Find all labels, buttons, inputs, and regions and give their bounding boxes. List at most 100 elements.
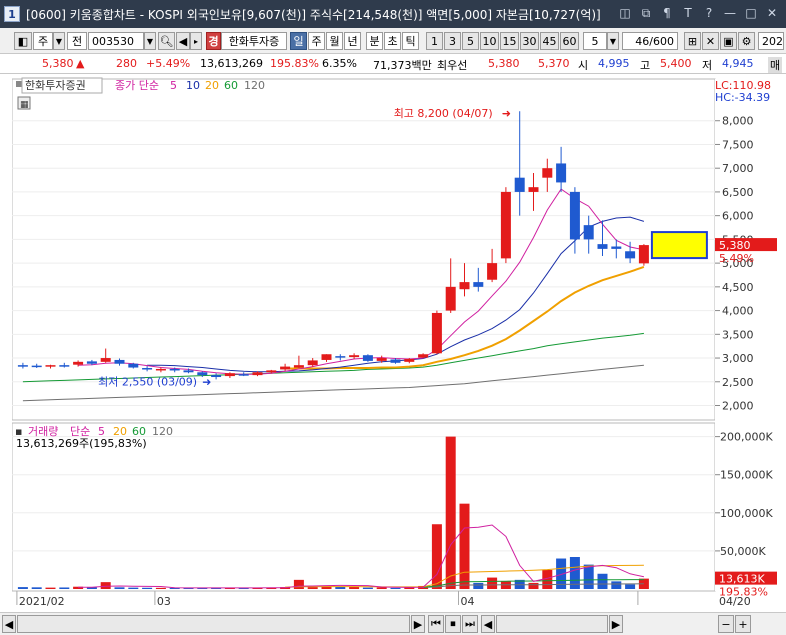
volume-bar — [376, 587, 387, 589]
prev-next-icon[interactable]: ▸ — [190, 32, 202, 50]
candle-body — [307, 360, 318, 366]
volume-bar — [583, 564, 594, 589]
first-page-icon[interactable]: ⏮ — [428, 615, 444, 633]
best-bid: 5,370 — [538, 57, 570, 70]
app-number-badge: 1 — [4, 6, 20, 22]
interval-3[interactable]: 3 — [444, 32, 461, 50]
ma-legend-label: 종가 단순 — [115, 79, 159, 92]
data-count-field[interactable]: 46/600 — [622, 32, 678, 50]
candle-body — [100, 358, 111, 362]
candle-body — [473, 282, 484, 287]
volume-tick-label: 200,000K — [720, 431, 773, 444]
period-week[interactable]: 주 — [308, 32, 325, 50]
candle-body — [183, 370, 194, 373]
candle-body — [597, 244, 608, 249]
price-highlight-box[interactable] — [650, 231, 708, 260]
broker-tag: 경 — [206, 32, 221, 50]
candle-body — [625, 251, 636, 259]
candle-body — [211, 375, 222, 378]
interval-dropdown-icon[interactable]: ▼ — [607, 32, 619, 50]
minimize-icon[interactable]: — — [722, 5, 738, 21]
candle-body — [114, 359, 125, 364]
scroll-left-icon[interactable]: ◀ — [2, 615, 16, 633]
last-page-icon[interactable]: ⏭ — [462, 615, 478, 633]
volume-bar — [349, 587, 360, 589]
period-tick[interactable]: 틱 — [402, 32, 419, 50]
layout-icon[interactable]: ◫ — [617, 5, 633, 21]
zoom-slider-track[interactable] — [496, 615, 608, 633]
mode-select-a[interactable]: 주 — [33, 32, 53, 50]
order-button[interactable]: 매 — [768, 57, 783, 73]
interval-10[interactable]: 10 — [480, 32, 499, 50]
interval-60[interactable]: 60 — [560, 32, 579, 50]
period-second[interactable]: 초 — [384, 32, 401, 50]
open-price: 4,995 — [598, 57, 630, 70]
interval-5[interactable]: 5 — [462, 32, 479, 50]
open-label: 시 — [578, 59, 589, 72]
pin-icon[interactable]: ¶ — [659, 5, 675, 21]
best-quote-label: 최우선 — [437, 59, 468, 72]
volume-bar — [335, 586, 346, 589]
speaker-icon[interactable]: ◀ — [176, 32, 190, 50]
chart-area[interactable]: 2,0002,5003,0003,5004,0004,5005,0005,500… — [11, 77, 780, 613]
close-icon[interactable]: ✕ — [764, 5, 780, 21]
grid-icon[interactable]: ⊞ — [684, 32, 701, 50]
interval-15[interactable]: 15 — [500, 32, 519, 50]
candle-body — [45, 365, 56, 367]
stop-icon[interactable]: ⏹ — [445, 615, 461, 633]
last-price-label: 5,380 — [719, 239, 751, 252]
window-titlebar: 1 [0600] 키움종합차트 - KOSPI 외국인보유[9,607(천)] … — [0, 0, 786, 28]
panel-toggle-icon[interactable]: ◧ — [14, 32, 32, 50]
chart-svg[interactable]: 2,0002,5003,0003,5004,0004,5005,0005,500… — [11, 77, 780, 613]
x-axis-label: 2021/02 — [19, 595, 65, 608]
search-icon[interactable]: 🔍︎ — [158, 32, 175, 50]
year-input[interactable]: 202 — [758, 32, 784, 50]
candle-body — [445, 286, 456, 311]
ma-legend-10: 10 — [186, 79, 200, 92]
help-icon[interactable]: ? — [701, 5, 717, 21]
candle-body — [514, 177, 525, 192]
crosshair-icon[interactable]: ✕ — [702, 32, 719, 50]
chevron-down-icon[interactable]: ▼ — [53, 32, 65, 50]
duplicate-window-icon[interactable]: ⧉ — [638, 5, 654, 21]
code-dropdown-icon[interactable]: ▼ — [144, 32, 156, 50]
zoom-track-left-icon[interactable]: ◀ — [481, 615, 495, 633]
price-change: 280 — [116, 57, 137, 70]
mode-select-b[interactable]: 전 — [67, 32, 87, 50]
volume-bar — [142, 587, 153, 589]
period-year[interactable]: 년 — [344, 32, 361, 50]
period-month[interactable]: 월 — [326, 32, 343, 50]
candle-body — [418, 354, 429, 358]
high-label: 고 — [640, 59, 651, 72]
interval-45[interactable]: 45 — [540, 32, 559, 50]
save-icon[interactable]: ▣ — [720, 32, 737, 50]
volume-bar — [611, 581, 622, 589]
interval-30[interactable]: 30 — [520, 32, 539, 50]
volume-bar — [459, 503, 470, 589]
zoom-track-right-icon[interactable]: ▶ — [609, 615, 623, 633]
candle-body — [611, 246, 622, 249]
period-day[interactable]: 일 — [290, 32, 307, 50]
volume-bar — [473, 582, 484, 589]
maximize-icon[interactable]: □ — [743, 5, 759, 21]
scroll-right-icon[interactable]: ▶ — [411, 615, 425, 633]
stock-code-input[interactable]: 003530 — [88, 32, 144, 50]
zoom-out-button[interactable]: − — [718, 615, 734, 633]
text-tool-icon[interactable]: T — [680, 5, 696, 21]
candle-body — [224, 373, 235, 377]
trade-amount: 71,373백만 — [373, 59, 432, 72]
zoom-in-button[interactable]: + — [735, 615, 751, 633]
price-tick-label: 2,000 — [722, 400, 754, 413]
last-price-pct: 5.49% — [719, 252, 754, 265]
interval-1[interactable]: 1 — [426, 32, 443, 50]
candle-body — [321, 354, 332, 360]
volume-bar — [100, 582, 111, 589]
volume-value: 13,613,269 — [200, 57, 263, 70]
horizontal-scroll-track[interactable] — [17, 615, 410, 633]
period-minute[interactable]: 분 — [366, 32, 383, 50]
settings-gear-icon[interactable]: ⚙ — [738, 32, 755, 50]
stock-name-field[interactable]: 한화투자증 — [221, 32, 287, 50]
interval-select[interactable]: 5 — [583, 32, 607, 50]
price-tick-label: 3,000 — [722, 352, 754, 365]
volume-pct: 195.83% — [270, 57, 319, 70]
